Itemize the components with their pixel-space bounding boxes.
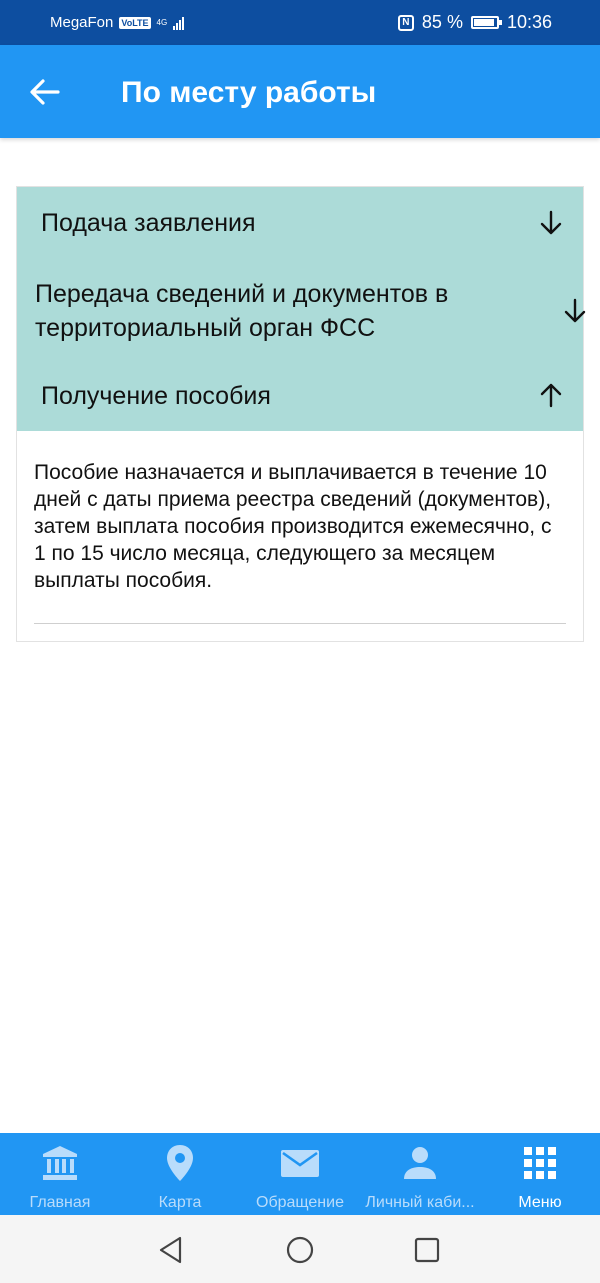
nav-item-menu[interactable]: Меню bbox=[480, 1133, 600, 1215]
nav-item-map[interactable]: Карта bbox=[120, 1133, 240, 1215]
accordion-item-benefit-receipt[interactable]: Получение пособия bbox=[17, 359, 583, 431]
nav-label: Карта bbox=[158, 1194, 202, 1211]
network-label: 4G bbox=[156, 17, 168, 27]
home-circle-icon[interactable] bbox=[285, 1235, 315, 1265]
accordion-item-application[interactable]: Подача заявления bbox=[17, 187, 583, 259]
battery-percent: 85 % bbox=[421, 12, 463, 32]
back-triangle-icon[interactable] bbox=[156, 1235, 186, 1265]
nfc-icon: N bbox=[397, 14, 414, 31]
recents-square-icon[interactable] bbox=[412, 1235, 442, 1265]
system-navigation-bar bbox=[0, 1215, 600, 1283]
grid-icon bbox=[524, 1147, 556, 1179]
accordion-expanded-content: Пособие назначается и выплачивается в те… bbox=[34, 461, 552, 592]
nav-label: Личный каби... bbox=[365, 1194, 475, 1211]
divider bbox=[34, 623, 566, 624]
nav-item-appeal[interactable]: Обращение bbox=[240, 1133, 360, 1215]
carrier-name: MegaFon bbox=[50, 14, 114, 31]
volte-badge: VoLTE bbox=[119, 16, 151, 29]
nav-label: Главная bbox=[29, 1194, 91, 1211]
arrow-left-icon bbox=[30, 79, 60, 105]
page-title: По месту работы bbox=[121, 76, 377, 109]
nav-item-home[interactable]: Главная bbox=[0, 1133, 120, 1215]
accordion-item-label: Подача заявления bbox=[41, 209, 256, 237]
signal-icon bbox=[173, 16, 185, 30]
accordion-item-documents-transfer[interactable]: Передача сведений и документов в террито… bbox=[17, 259, 586, 359]
nav-label: Обращение bbox=[256, 1194, 344, 1211]
nav-label: Меню bbox=[518, 1194, 562, 1211]
bottom-navigation: Главная Карта Обращение Личный каби... М… bbox=[0, 1133, 600, 1215]
arrow-up-icon bbox=[540, 383, 562, 408]
battery-icon bbox=[470, 16, 502, 29]
bank-icon bbox=[43, 1146, 77, 1180]
arrow-down-icon bbox=[564, 298, 586, 323]
status-bar-left: MegaFon VoLTE 4G bbox=[50, 14, 185, 31]
accordion-card: Подача заявления Передача сведений и док… bbox=[16, 186, 586, 642]
nav-item-account[interactable]: Личный каби... bbox=[360, 1133, 480, 1215]
clock: 10:36 bbox=[506, 12, 552, 32]
status-bar-right: N 85 % 10:36 bbox=[397, 12, 552, 33]
app-bar: По месту работы bbox=[0, 45, 600, 138]
back-button[interactable] bbox=[28, 77, 60, 107]
accordion-item-label: Передача сведений и документов в террито… bbox=[35, 280, 449, 342]
status-bar: MegaFon VoLTE 4G N 85 % 10:36 bbox=[0, 0, 600, 45]
arrow-down-icon bbox=[540, 210, 562, 235]
network-type: 4G bbox=[156, 17, 168, 27]
mail-icon bbox=[281, 1150, 319, 1177]
person-icon bbox=[404, 1147, 436, 1179]
accordion-item-label: Получение пособия bbox=[41, 382, 271, 410]
map-pin-icon bbox=[167, 1145, 193, 1181]
